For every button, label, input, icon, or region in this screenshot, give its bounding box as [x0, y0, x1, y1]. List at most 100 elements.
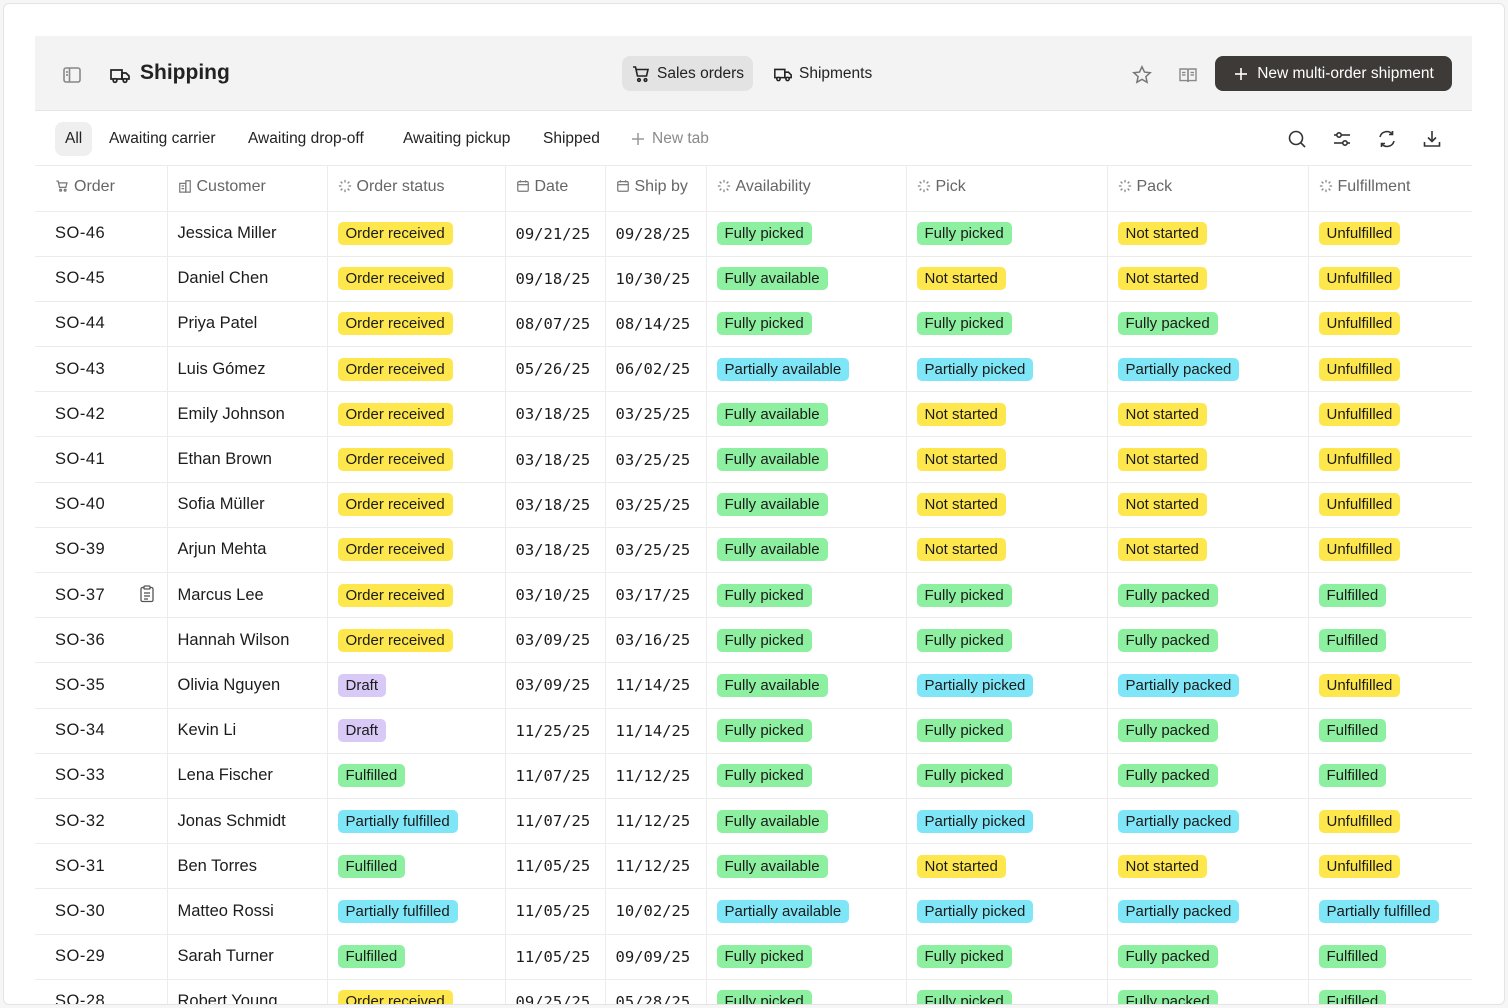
fulfillment-status-badge: Unfulfilled — [1318, 448, 1401, 472]
filter-sliders-icon[interactable] — [1329, 126, 1355, 152]
table-row[interactable]: SO-35 Olivia Nguyen Draft 03/09/25 11/14/25 F… — [35, 662, 1472, 709]
table-row[interactable]: SO-33 Lena Fischer Fulfilled 11/07/25 11/12/… — [35, 753, 1472, 799]
order-cell[interactable]: SO-44 — [35, 301, 168, 348]
pack-status-cell: Not started — [1107, 256, 1309, 302]
order-cell[interactable]: SO-34 — [35, 708, 168, 754]
availability-badge: Fully available — [716, 267, 828, 291]
fulfillment-status-badge: Unfulfilled — [1318, 312, 1401, 336]
date-cell: 11/05/25 — [505, 934, 606, 980]
order-cell[interactable]: SO-45 — [35, 256, 168, 302]
column-header-pack[interactable]: Pack — [1107, 166, 1309, 212]
tab-awaiting-pickup[interactable]: Awaiting pickup — [393, 122, 520, 156]
order-cell[interactable]: SO-35 — [35, 662, 168, 709]
table-row[interactable]: SO-39 Arjun Mehta Order received 03/18/25 03… — [35, 527, 1472, 574]
order-status-badge: Fulfilled — [337, 854, 406, 878]
column-header-customer[interactable]: Customer — [167, 166, 328, 212]
pack-status-cell: Partially packed — [1107, 346, 1309, 393]
table-row[interactable]: SO-42 Emily Johnson Order received 03/18/25… — [35, 391, 1472, 438]
tab-awaiting-carrier[interactable]: Awaiting carrier — [99, 122, 226, 156]
fulfillment-status-cell: Fulfilled — [1308, 934, 1472, 980]
column-header-fulfillment[interactable]: Fulfillment — [1308, 166, 1472, 212]
download-icon[interactable] — [1419, 126, 1445, 152]
view-sales-orders[interactable]: Sales orders — [622, 56, 754, 91]
availability-cell: Fully available — [706, 843, 907, 890]
table-row[interactable]: SO-44 Priya Patel Order received 08/07/25 08… — [35, 301, 1472, 348]
order-status-badge: Draft — [337, 673, 387, 697]
date-cell: 11/05/25 — [505, 888, 606, 935]
favorite-star-icon[interactable] — [1129, 62, 1155, 88]
order-status-badge: Partially fulfilled — [337, 809, 458, 833]
order-status-badge: Order received — [337, 312, 453, 336]
order-date: 11/05/25 — [515, 947, 591, 966]
view-shipments[interactable]: Shipments — [764, 56, 881, 91]
new-multi-order-shipment-button[interactable]: New multi-order shipment — [1215, 56, 1452, 91]
order-cell[interactable]: SO-30 — [35, 888, 168, 935]
tab-shipped[interactable]: Shipped — [533, 122, 610, 156]
table-row[interactable]: SO-37 Marcus Lee Order received 03/10/25 03/… — [35, 572, 1472, 619]
order-cell[interactable]: SO-29 — [35, 934, 168, 980]
order-status-cell: Order received — [327, 482, 506, 528]
table-row[interactable]: SO-32 Jonas Schmidt Partially fulfilled 11/… — [35, 798, 1472, 845]
column-header-pick[interactable]: Pick — [906, 166, 1108, 212]
column-header-order[interactable]: Order — [35, 166, 168, 212]
table-row[interactable]: SO-45 Daniel Chen Order received 09/18/25 10… — [35, 256, 1472, 302]
order-cell[interactable]: SO-42 — [35, 391, 168, 438]
order-cell[interactable]: SO-39 — [35, 527, 168, 574]
tab-all[interactable]: All — [55, 122, 93, 156]
order-cell[interactable]: SO-33 — [35, 753, 168, 799]
order-cell[interactable]: SO-40 — [35, 482, 168, 528]
tab-awaiting-drop-off[interactable]: Awaiting drop-off — [238, 122, 374, 156]
ship-by-cell: 03/25/25 — [605, 436, 707, 483]
availability-badge: Fully picked — [716, 222, 812, 246]
table-row[interactable]: SO-29 Sarah Turner Fulfilled 11/05/25 09/09/… — [35, 934, 1472, 980]
availability-cell: Fully picked — [706, 572, 907, 619]
new-tab-button[interactable]: New tab — [620, 122, 719, 156]
pick-status-badge: Fully picked — [916, 583, 1012, 607]
column-label-fulfillment: Fulfillment — [1337, 178, 1411, 196]
column-header-ship-by[interactable]: Ship by — [605, 166, 707, 212]
customer-cell: Sofia Müller — [167, 482, 328, 528]
order-cell[interactable]: SO-32 — [35, 798, 168, 845]
column-label-availability: Availability — [735, 178, 811, 196]
clipboard-note-icon[interactable] — [139, 585, 155, 603]
date-cell: 08/07/25 — [505, 301, 606, 348]
search-icon[interactable] — [1284, 126, 1310, 152]
table-row[interactable]: SO-41 Ethan Brown Order received 03/18/25 03… — [35, 436, 1472, 483]
order-cell[interactable]: SO-28 — [35, 979, 168, 1004]
table-row[interactable]: SO-46 Jessica Miller Order received 09/21/2… — [35, 211, 1472, 257]
table-row[interactable]: SO-31 Ben Torres Fulfilled 11/05/25 11/12/25… — [35, 843, 1472, 890]
table-row[interactable]: SO-34 Kevin Li Draft 11/25/25 11/14/25 Fully … — [35, 708, 1472, 754]
column-header-date[interactable]: Date — [505, 166, 606, 212]
customer-name: Olivia Nguyen — [177, 675, 281, 694]
sidebar-toggle-icon[interactable] — [59, 62, 85, 88]
table-row[interactable]: SO-36 Hannah Wilson Order received 03/09/25… — [35, 617, 1472, 664]
customer-cell: Luis Gómez — [167, 346, 328, 393]
order-cell[interactable]: SO-43 — [35, 346, 168, 393]
customer-name: Marcus Lee — [177, 585, 264, 604]
order-cell[interactable]: SO-31 — [35, 843, 168, 890]
table-row[interactable]: SO-43 Luis Gómez Order received 05/26/25 06/… — [35, 346, 1472, 393]
order-cell[interactable]: SO-36 — [35, 617, 168, 664]
refresh-icon[interactable] — [1374, 126, 1400, 152]
customer-cell: Kevin Li — [167, 708, 328, 754]
fulfillment-status-cell: Fulfilled — [1308, 617, 1472, 664]
order-number: SO-34 — [55, 721, 106, 740]
column-header-order-status[interactable]: Order status — [327, 166, 506, 212]
order-cell[interactable]: SO-46 — [35, 211, 168, 257]
order-status-cell: Partially fulfilled — [327, 888, 506, 935]
ship-by-cell: 10/30/25 — [605, 256, 707, 302]
ship-by-date: 10/30/25 — [615, 269, 691, 288]
order-cell[interactable]: SO-37 — [35, 572, 168, 619]
docs-book-icon[interactable] — [1175, 62, 1201, 88]
pack-status-cell: Not started — [1107, 843, 1309, 890]
ship-by-date: 09/28/25 — [615, 224, 691, 243]
table-row[interactable]: SO-40 Sofia Müller Order received 03/18/25 0… — [35, 482, 1472, 528]
availability-cell: Fully available — [706, 527, 907, 574]
ship-by-date: 11/12/25 — [615, 857, 691, 876]
table-row[interactable]: SO-28 Robert Young Order received 09/25/25 0… — [35, 979, 1472, 1004]
order-number: SO-40 — [55, 495, 106, 514]
customer-cell: Hannah Wilson — [167, 617, 328, 664]
column-header-availability[interactable]: Availability — [706, 166, 907, 212]
order-cell[interactable]: SO-41 — [35, 436, 168, 483]
table-row[interactable]: SO-30 Matteo Rossi Partially fulfilled 11/0… — [35, 888, 1472, 935]
